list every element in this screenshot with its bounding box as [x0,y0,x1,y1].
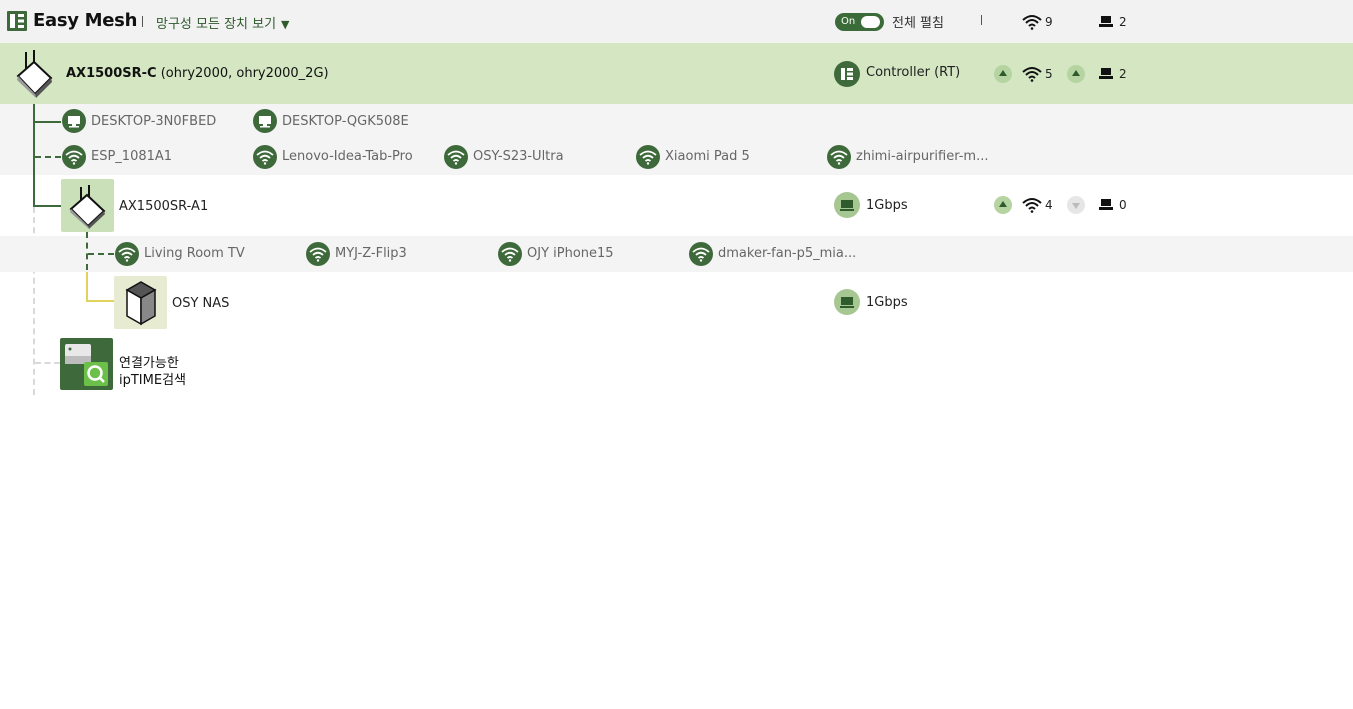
controller-role: Controller (RT) [866,65,961,80]
wifi-client-icon[interactable] [444,145,468,169]
tree-line [33,205,61,207]
nas-name: OSY NAS [172,296,230,311]
search-iptime-button[interactable] [60,338,113,390]
view-mode-label: 망구성 모든 장치 보기 [156,17,277,32]
tree-line-nas [86,272,88,302]
agent-wifi-count: 4 [1045,198,1053,212]
wifi-client-icon[interactable] [62,145,86,169]
wifi-icon [1022,198,1042,213]
wifi-client-icon[interactable] [306,242,330,266]
client-name: DESKTOP-QGK508E [282,114,409,129]
dropdown-arrow-icon: ▼ [281,18,290,31]
search-device-icon [65,344,108,386]
controller-wifi-count: 5 [1045,67,1053,81]
wifi-client-icon[interactable] [827,145,851,169]
search-iptime-label[interactable]: 연결가능한 ipTIME검색 [119,355,186,389]
tree-line-inactive [35,362,60,364]
client-name: OSY-S23-Ultra [473,149,564,164]
wired-link-icon [834,192,860,218]
agent-link-speed: 1Gbps [866,198,908,213]
client-name: DESKTOP-3N0FBED [91,114,217,129]
wifi-client-icon[interactable] [115,242,139,266]
controller-model: AX1500SR-C [66,66,157,81]
client-name: MYJ-Z-Flip3 [335,246,407,261]
nas-node[interactable] [114,276,167,329]
controller-ssids: (ohry2000, ohry2000_2G) [160,66,329,81]
wired-pc-icon [1099,199,1113,210]
tree-line [33,121,61,123]
wifi-total-count: 9 [1045,15,1053,29]
triangle-up-icon [1072,70,1080,76]
expand-all-label: 전체 펼침 [892,16,944,31]
wifi-client-icon[interactable] [636,145,660,169]
client-name: OJY iPhone15 [527,246,614,261]
nas-icon [125,281,157,326]
toggle-knob [861,16,880,28]
wired-link-icon [834,289,860,315]
expand-all-toggle[interactable]: On [835,13,884,31]
search-label-line1: 연결가능한 [119,356,179,371]
tree-line-nas [86,300,114,302]
triangle-down-icon [1072,203,1080,209]
wired-expand-button[interactable] [1067,65,1085,83]
wifi-icon [1022,15,1042,30]
controller-title: AX1500SR-C (ohry2000, ohry2000_2G) [66,66,329,81]
header-divider [981,15,982,25]
search-label-line2: ipTIME검색 [119,373,186,388]
wired-pc-icon [1099,68,1113,79]
client-name: Lenovo-Idea-Tab-Pro [282,149,413,164]
app-title: Easy Mesh [33,10,138,31]
controller-wired-count: 2 [1119,67,1127,81]
nas-link-speed: 1Gbps [866,295,908,310]
agent-wired-count: 0 [1119,198,1127,212]
header-divider [142,16,143,27]
controller-badge-icon [834,61,860,87]
wifi-client-icon[interactable] [689,242,713,266]
wifi-client-icon[interactable] [498,242,522,266]
client-name: zhimi-airpurifier-m... [856,149,989,164]
agent-name: AX1500SR-A1 [119,199,209,214]
client-name: Living Room TV [144,246,245,261]
mesh-router-icon [69,185,106,229]
tree-line-wireless [88,253,114,255]
tree-line [33,104,35,206]
wifi-expand-button[interactable] [994,196,1012,214]
client-name: Xiaomi Pad 5 [665,149,750,164]
view-mode-dropdown[interactable]: 망구성 모든 장치 보기 ▼ [156,13,290,32]
wired-pc-icon [1099,16,1113,27]
triangle-up-icon [999,70,1007,76]
wifi-client-icon[interactable] [253,145,277,169]
desktop-icon [62,109,86,133]
client-name: ESP_1081A1 [91,149,173,164]
wifi-expand-button[interactable] [994,65,1012,83]
agent-node[interactable] [61,179,114,232]
easymesh-logo-icon [7,11,27,31]
router-icon [16,50,53,98]
client-name: dmaker-fan-p5_mia... [718,246,857,261]
wired-expand-button[interactable] [1067,196,1085,214]
tree-line-wireless [35,156,61,158]
wired-total-count: 2 [1119,15,1127,29]
triangle-up-icon [999,201,1007,207]
desktop-icon [253,109,277,133]
toggle-state-label: On [841,16,856,27]
wifi-icon [1022,67,1042,82]
